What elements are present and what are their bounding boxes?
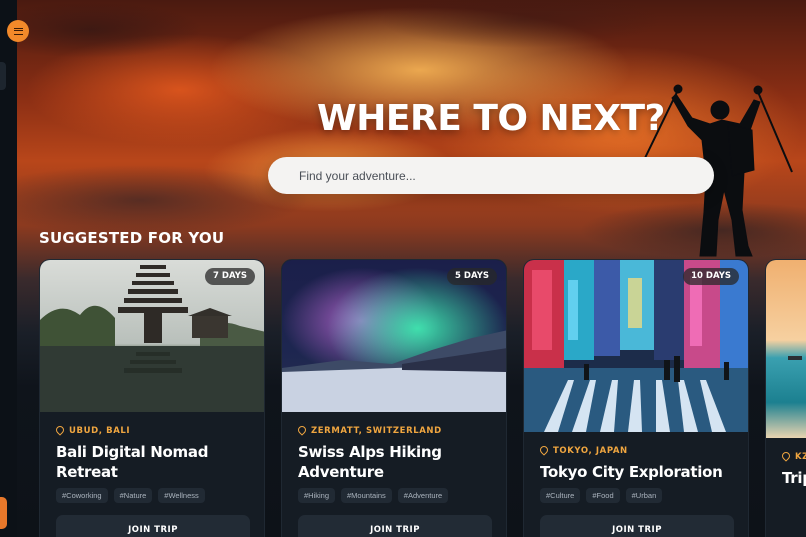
duration-badge: 10 DAYS — [683, 268, 739, 285]
trip-tag[interactable]: #Food — [586, 488, 620, 503]
trip-location: UBUD, BALI — [56, 426, 130, 436]
trip-card-bali[interactable]: 7 DAYS UBUD, BALI Bali Digital Nomad Ret… — [39, 259, 265, 537]
trip-location-label: UBUD, BALI — [69, 426, 131, 436]
trip-tags: #Culture #Food #Urban — [540, 488, 663, 503]
trip-image-bali-temple: 7 DAYS — [40, 260, 264, 412]
join-trip-button[interactable]: JOIN TRIP — [56, 515, 250, 537]
trip-image-beach — [766, 260, 806, 438]
trip-image-tokyo-street: 10 DAYS — [524, 260, 748, 432]
trip-card-swiss-alps[interactable]: 5 DAYS ZERMATT, SWITZERLAND Swiss Alps H… — [281, 259, 507, 537]
trip-card-partial[interactable]: KZ Trip — [765, 259, 806, 537]
trip-location: KZ — [782, 452, 806, 462]
trip-tag[interactable]: #Nature — [113, 488, 153, 503]
trip-tags: #Coworking #Nature #Wellness — [56, 488, 205, 503]
trip-tag[interactable]: #Mountains — [341, 488, 392, 503]
trip-tag[interactable]: #Urban — [625, 488, 663, 503]
sidebar-accent-tab[interactable] — [0, 497, 7, 529]
join-trip-button[interactable]: JOIN TRIP — [540, 515, 734, 537]
menu-icon — [13, 27, 23, 35]
trip-card-tokyo[interactable]: 10 DAYS TOKYO, JAPAN Tokyo City Explorat… — [523, 259, 749, 537]
trip-tag[interactable]: #Coworking — [56, 488, 108, 503]
trip-location: ZERMATT, SWITZERLAND — [298, 426, 442, 436]
hero-title: WHERE TO NEXT? — [317, 98, 665, 139]
location-pin-icon — [56, 426, 64, 436]
trip-title: Tokyo City Exploration — [540, 463, 723, 481]
section-title: SUGGESTED FOR YOU — [39, 229, 225, 247]
location-pin-icon — [782, 452, 790, 462]
trip-location-label: KZ — [795, 452, 806, 462]
duration-badge: 7 DAYS — [205, 268, 255, 285]
trip-location-label: ZERMATT, SWITZERLAND — [311, 426, 442, 436]
menu-button[interactable] — [7, 20, 29, 42]
trip-title: Trip — [782, 469, 806, 487]
trip-title: Bali Digital Nomad Retreat — [56, 443, 209, 481]
trip-tag[interactable]: #Wellness — [158, 488, 205, 503]
trip-location-label: TOKYO, JAPAN — [553, 446, 628, 456]
sidebar-tab[interactable] — [0, 62, 6, 90]
trip-location: TOKYO, JAPAN — [540, 446, 628, 456]
trip-tag[interactable]: #Hiking — [298, 488, 336, 503]
location-pin-icon — [540, 446, 548, 456]
location-pin-icon — [298, 426, 306, 436]
search-input[interactable] — [268, 157, 714, 194]
trip-image-aurora: 5 DAYS — [282, 260, 506, 412]
trip-tag[interactable]: #Adventure — [397, 488, 449, 503]
duration-badge: 5 DAYS — [447, 268, 497, 285]
join-trip-button[interactable]: JOIN TRIP — [298, 515, 492, 537]
trip-tag[interactable]: #Culture — [540, 488, 581, 503]
trip-title: Swiss Alps Hiking Adventure — [298, 443, 442, 481]
trip-tags: #Hiking #Mountains #Adventure — [298, 488, 449, 503]
